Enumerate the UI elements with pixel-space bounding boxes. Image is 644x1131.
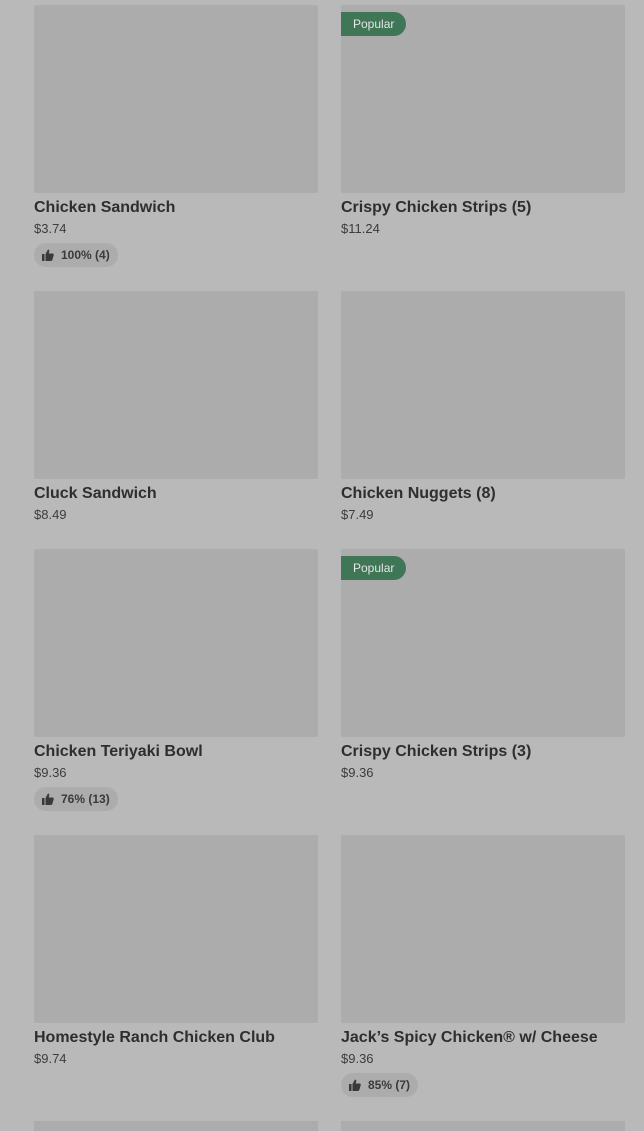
menu-items-grid: Chicken Sandwich $3.74 100% (4) Popular … bbox=[0, 0, 644, 1131]
popular-badge: Popular bbox=[341, 556, 407, 580]
menu-item-card[interactable]: Popular Crispy Chicken Strips (3) $9.36 bbox=[341, 549, 625, 780]
item-name: Crispy Chicken Strips (3) bbox=[341, 743, 532, 760]
item-image[interactable] bbox=[34, 5, 318, 193]
thumbs-up-icon bbox=[42, 793, 54, 805]
rating-badge: 100% (4) bbox=[34, 243, 118, 267]
item-price: $7.49 bbox=[341, 507, 374, 522]
rating-text: 85% (7) bbox=[368, 1078, 411, 1092]
item-image[interactable] bbox=[341, 291, 625, 479]
item-image[interactable] bbox=[34, 835, 318, 1023]
thumbs-up-icon bbox=[42, 249, 54, 261]
menu-item-card[interactable]: Popular Crispy Chicken Strips (5) $11.24 bbox=[341, 5, 625, 236]
item-image[interactable]: Popular bbox=[341, 549, 625, 737]
item-price: $9.36 bbox=[34, 765, 67, 780]
rating-text: 100% (4) bbox=[61, 248, 110, 262]
item-name: Chicken Teriyaki Bowl bbox=[34, 743, 203, 760]
item-name: Crispy Chicken Strips (5) bbox=[341, 199, 532, 216]
item-image[interactable] bbox=[34, 549, 318, 737]
item-image[interactable] bbox=[34, 291, 318, 479]
menu-item-card[interactable]: Jack’s Spicy Chicken® w/ Cheese $9.36 85… bbox=[341, 835, 625, 1097]
item-name: Chicken Sandwich bbox=[34, 199, 176, 216]
item-name: Chicken Nuggets (8) bbox=[341, 485, 496, 502]
rating-badge: 85% (7) bbox=[341, 1073, 419, 1097]
item-price: $9.74 bbox=[34, 1051, 67, 1066]
item-price: $11.24 bbox=[341, 221, 380, 236]
item-name: Jack’s Spicy Chicken® w/ Cheese bbox=[341, 1029, 598, 1046]
rating-text: 76% (13) bbox=[61, 792, 110, 806]
menu-item-card[interactable]: Chicken Nuggets (8) $7.49 bbox=[341, 291, 625, 522]
menu-item-card[interactable]: Cluck Sandwich $8.49 bbox=[34, 291, 318, 522]
item-name: Homestyle Ranch Chicken Club bbox=[34, 1029, 275, 1046]
rating-badge: 76% (13) bbox=[34, 787, 118, 811]
item-image-partial[interactable] bbox=[34, 1121, 318, 1131]
item-image-partial[interactable] bbox=[341, 1121, 625, 1131]
item-price: $3.74 bbox=[34, 221, 67, 236]
menu-item-card[interactable]: Chicken Teriyaki Bowl $9.36 76% (13) bbox=[34, 549, 318, 811]
item-image[interactable]: Popular bbox=[341, 5, 625, 193]
popular-badge: Popular bbox=[341, 12, 407, 36]
item-image[interactable] bbox=[341, 835, 625, 1023]
item-price: $9.36 bbox=[341, 765, 374, 780]
thumbs-up-icon bbox=[349, 1079, 361, 1091]
item-name: Cluck Sandwich bbox=[34, 485, 157, 502]
item-price: $9.36 bbox=[341, 1051, 374, 1066]
menu-item-card[interactable]: Chicken Sandwich $3.74 100% (4) bbox=[34, 5, 318, 267]
item-price: $8.49 bbox=[34, 507, 67, 522]
menu-item-card[interactable]: Homestyle Ranch Chicken Club $9.74 bbox=[34, 835, 318, 1066]
